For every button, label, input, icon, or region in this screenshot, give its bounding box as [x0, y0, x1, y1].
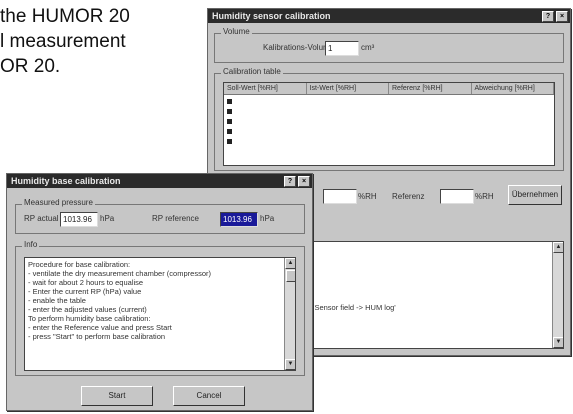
table-row[interactable] [227, 109, 232, 114]
document-line: l measurement [0, 31, 126, 52]
info-line: - enable the table [28, 296, 86, 305]
rp-reference-field[interactable]: 1013.96 [220, 212, 258, 227]
measured-pressure-group: Measured pressure RP actual 1013.96 hPa … [15, 198, 305, 234]
scroll-thumb[interactable] [286, 270, 295, 282]
info-line: - ventilate the dry measurement chamber … [28, 269, 211, 278]
column-header[interactable]: Ist-Wert [%RH] [307, 83, 389, 94]
apply-button[interactable]: Übernehmen [508, 185, 562, 205]
column-header[interactable]: Soll-Wert [%RH] [224, 83, 307, 94]
measured-group-label: Measured pressure [22, 198, 95, 207]
volume-field[interactable]: 1 [325, 41, 359, 56]
table-header: Soll-Wert [%RH] Ist-Wert [%RH] Referenz … [224, 83, 554, 95]
titlebar: Humidity base calibration ? × [7, 174, 312, 188]
document-line: the HUMOR 20 [0, 6, 130, 27]
table-row[interactable] [227, 139, 232, 144]
start-button[interactable]: Start [81, 386, 153, 406]
volume-group: Volume Kalibrations-Volumen 1 cm³ [214, 27, 564, 63]
calibration-table[interactable]: Soll-Wert [%RH] Ist-Wert [%RH] Referenz … [223, 82, 555, 166]
column-header[interactable]: Abweichung [%RH] [472, 83, 554, 94]
scroll-down-icon[interactable]: ▼ [285, 359, 295, 370]
point-unit: %RH [358, 192, 377, 201]
close-icon[interactable]: × [298, 176, 310, 187]
reference-field[interactable] [440, 189, 474, 204]
volume-group-label: Volume [221, 27, 252, 36]
titlebar: Humidity sensor calibration ? × [208, 9, 570, 23]
info-line: - enter the adjusted values (current) [28, 305, 147, 314]
document-text: the HUMOR 20 l measurement OR 20. [0, 4, 200, 79]
info-line: - press "Start" to perform base calibrat… [28, 332, 166, 341]
document-line: OR 20. [0, 56, 61, 77]
reference-label: Referenz [392, 192, 425, 201]
rp-actual-unit: hPa [100, 214, 115, 223]
info-line: - enter the Reference value and press St… [28, 323, 172, 332]
calibration-table-group: Calibration table Soll-Wert [%RH] Ist-We… [214, 67, 564, 171]
info-group: Info Procedure for base calibration: - v… [15, 240, 305, 376]
window-title: Humidity sensor calibration [212, 11, 331, 21]
volume-unit: cm³ [361, 43, 375, 52]
point-field[interactable] [323, 189, 357, 204]
close-icon[interactable]: × [556, 11, 568, 22]
rp-reference-unit: hPa [260, 214, 275, 223]
scroll-up-icon[interactable]: ▲ [553, 242, 563, 253]
info-line: - wait for about 2 hours to equalise [28, 278, 144, 287]
info-line: To perform humidity base calibration: [28, 314, 151, 323]
rp-actual-label: RP actual [24, 214, 59, 223]
help-icon[interactable]: ? [542, 11, 554, 22]
scroll-up-icon[interactable]: ▲ [285, 258, 295, 269]
table-rows [227, 99, 232, 149]
base-calibration-dialog: Humidity base calibration ? × Measured p… [6, 173, 313, 411]
reference-unit: %RH [475, 192, 494, 201]
table-group-label: Calibration table [221, 67, 283, 76]
table-row[interactable] [227, 99, 232, 104]
info-group-label: Info [22, 240, 40, 249]
cancel-button[interactable]: Cancel [173, 386, 245, 406]
dialog-title: Humidity base calibration [11, 176, 121, 186]
table-row[interactable] [227, 119, 232, 124]
info-line: - Enter the current RP (hPa) value [28, 287, 142, 296]
rp-actual-field[interactable]: 1013.96 [60, 212, 98, 227]
info-textarea[interactable]: Procedure for base calibration: - ventil… [24, 257, 296, 371]
column-header[interactable]: Referenz [%RH] [389, 83, 472, 94]
info-line: Procedure for base calibration: [28, 260, 131, 269]
log-scrollbar[interactable]: ▲ ▼ [552, 242, 563, 348]
rp-reference-label: RP reference [152, 214, 199, 223]
help-icon[interactable]: ? [284, 176, 296, 187]
scroll-down-icon[interactable]: ▼ [553, 337, 563, 348]
info-scrollbar[interactable]: ▲ ▼ [284, 258, 295, 370]
table-row[interactable] [227, 129, 232, 134]
